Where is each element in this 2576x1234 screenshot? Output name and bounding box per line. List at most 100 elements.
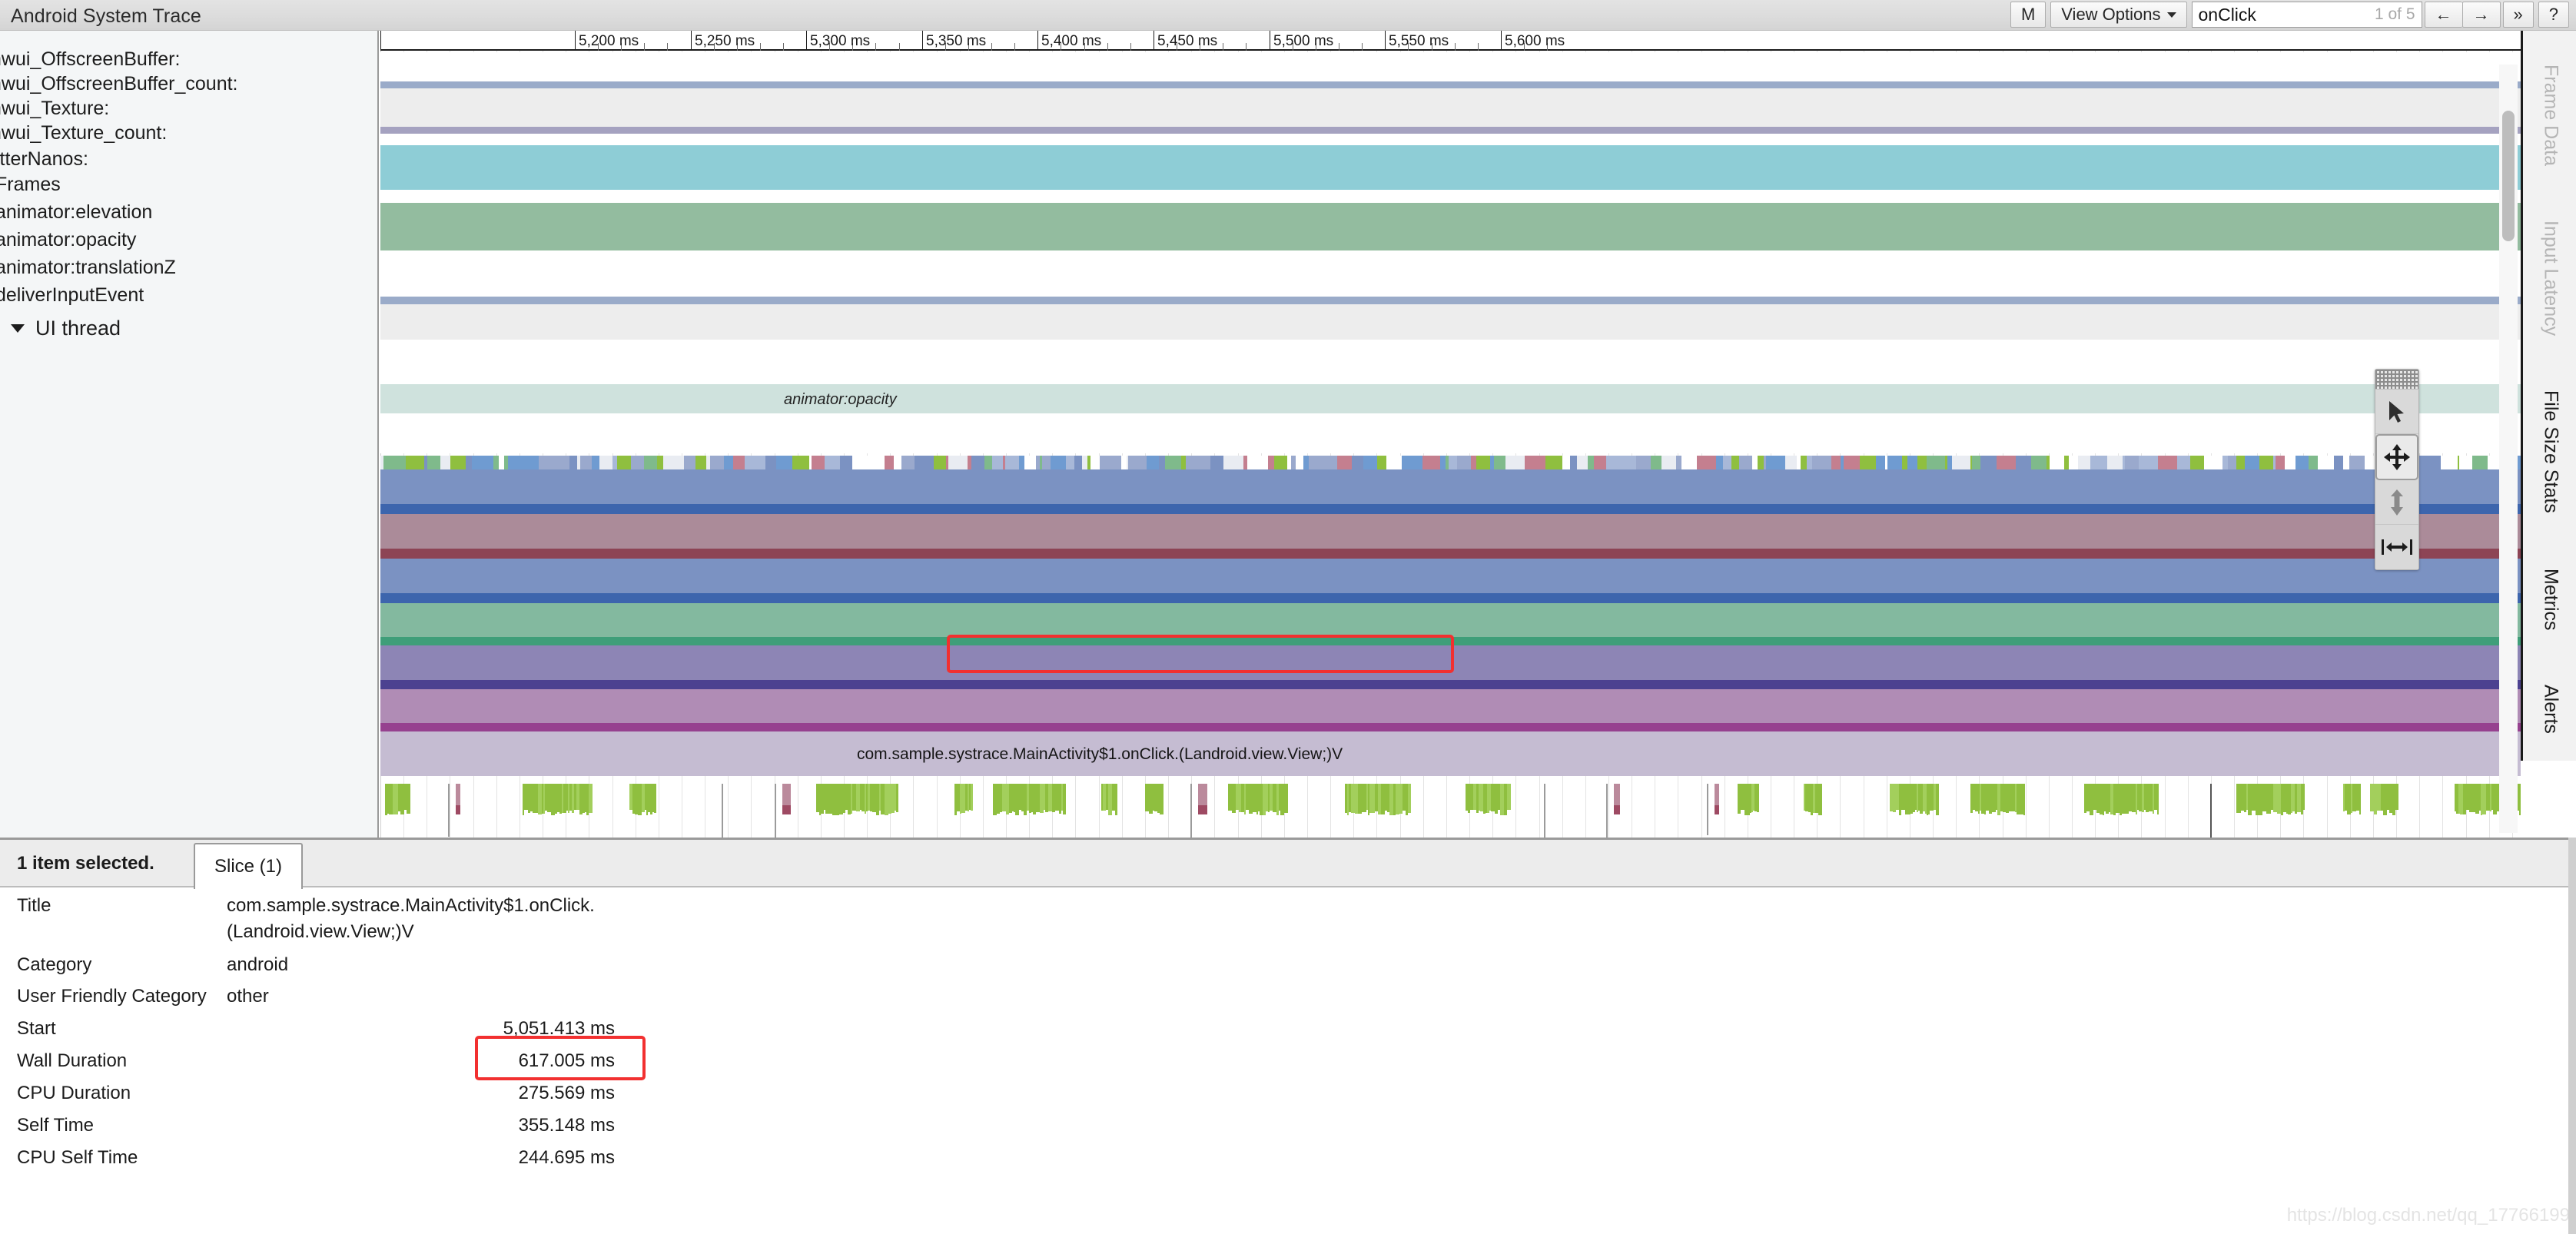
micro-slice[interactable] [406, 456, 424, 469]
micro-slice[interactable] [1494, 456, 1505, 469]
micro-slice[interactable] [2236, 456, 2245, 469]
micro-slice[interactable] [733, 456, 745, 469]
micro-slice[interactable] [971, 456, 984, 469]
more-options-button[interactable]: » [2503, 2, 2534, 28]
prev-result-button[interactable]: ← [2425, 2, 2462, 28]
ui-thread-layer-2[interactable] [380, 559, 2521, 593]
child-slice[interactable] [896, 784, 898, 812]
child-slice[interactable] [2519, 784, 2521, 815]
track-label-animator-elevation[interactable]: animator:elevation [0, 203, 152, 222]
micro-slice[interactable] [1440, 456, 1446, 469]
micro-slice[interactable] [1449, 456, 1457, 469]
micro-slice[interactable] [724, 456, 733, 469]
track-label-jitternanos[interactable]: itterNanos: [0, 150, 88, 169]
ui-thread-layer-0[interactable] [380, 469, 2521, 504]
micro-slice[interactable] [644, 456, 657, 469]
child-slice[interactable] [1408, 784, 1411, 813]
rail-tab-metrics[interactable]: Metrics [2523, 542, 2576, 657]
micro-slice[interactable] [1082, 456, 1087, 469]
micro-slice[interactable] [555, 456, 569, 469]
micro-slice[interactable] [1147, 456, 1159, 469]
micro-slice[interactable] [1844, 456, 1860, 469]
micro-slice[interactable] [2016, 456, 2031, 469]
micro-slice[interactable] [1402, 456, 1422, 469]
micro-slice[interactable] [894, 456, 901, 469]
micro-slice[interactable] [1860, 456, 1876, 469]
micro-slice[interactable] [1128, 456, 1147, 469]
micro-slice[interactable] [2190, 456, 2204, 469]
micro-slice[interactable] [934, 456, 946, 469]
micro-slice[interactable] [499, 456, 504, 469]
micro-slice[interactable] [2228, 456, 2236, 469]
micro-slice[interactable] [1980, 456, 1997, 469]
track-label-hwui-texture-count[interactable]: hwui_Texture_count: [0, 124, 167, 143]
child-slice[interactable] [589, 784, 593, 813]
micro-slice[interactable] [1681, 456, 1697, 469]
micro-slice[interactable] [450, 456, 466, 469]
pan-four-way-button[interactable] [2375, 434, 2418, 480]
micro-slice[interactable] [1731, 456, 1739, 469]
track-animator-elevation[interactable] [380, 369, 2521, 384]
micro-slice[interactable] [2421, 456, 2441, 469]
micro-slice[interactable] [2343, 456, 2349, 469]
micro-slice[interactable] [1525, 456, 1545, 469]
child-slice[interactable] [1115, 784, 1117, 815]
track-label-column[interactable]: hwui_OffscreenBuffer: hwui_OffscreenBuff… [0, 31, 379, 838]
micro-slice[interactable] [1545, 456, 1562, 469]
micro-slice[interactable] [852, 456, 868, 469]
track-animator-translationz[interactable] [380, 413, 2521, 453]
micro-slice[interactable] [812, 456, 825, 469]
micro-slice[interactable] [657, 456, 663, 469]
track-jitternanos[interactable] [380, 304, 2521, 340]
micro-slice[interactable] [2107, 456, 2123, 469]
micro-slice[interactable] [1121, 456, 1127, 469]
tab-slice[interactable]: Slice (1) [194, 843, 303, 889]
child-slice[interactable] [2157, 784, 2159, 814]
ui-thread-layer-5[interactable] [380, 689, 2521, 723]
micro-slice[interactable] [2488, 456, 2495, 469]
micro-slice[interactable] [1260, 456, 1268, 469]
rail-tab-alerts[interactable]: Alerts [2523, 661, 2576, 757]
timeline-canvas[interactable]: 5,200 ms 5,250 ms 5,300 ms 5,350 ms 5,40… [380, 31, 2521, 838]
micro-slice[interactable] [1019, 456, 1024, 469]
micro-slice[interactable] [1422, 456, 1440, 469]
micro-slice[interactable] [2309, 456, 2318, 469]
micro-slice[interactable] [1723, 456, 1731, 469]
micro-slice[interactable] [1952, 456, 1970, 469]
micro-slice[interactable] [599, 456, 612, 469]
micro-slice[interactable] [1902, 456, 1907, 469]
ui-thread-layer-1[interactable] [380, 514, 2521, 549]
micro-slice[interactable] [684, 456, 695, 469]
micro-slice[interactable] [1247, 456, 1260, 469]
micro-slice[interactable] [915, 456, 934, 469]
micro-slice[interactable] [2139, 456, 2158, 469]
micro-slice[interactable] [1090, 456, 1100, 469]
micro-slice[interactable] [1907, 456, 1917, 469]
child-slice[interactable] [1063, 784, 1066, 814]
track-hwui-offscreenbuffer[interactable] [380, 52, 2521, 81]
track-label-animator-opacity[interactable]: animator:opacity [0, 231, 136, 250]
micro-slice[interactable] [1785, 456, 1797, 469]
micro-slice[interactable] [1505, 456, 1525, 469]
child-slice[interactable] [2023, 784, 2025, 815]
micro-slice[interactable] [2069, 456, 2078, 469]
micro-slice[interactable] [1588, 456, 1594, 469]
navigation-widget[interactable] [2375, 369, 2419, 570]
track-label-hwui-offscreenbuffer-count[interactable]: hwui_OffscreenBuffer_count: [0, 75, 238, 94]
micro-slice[interactable] [1927, 456, 1945, 469]
micro-slice[interactable] [1337, 456, 1352, 469]
micro-slice[interactable] [2318, 456, 2334, 469]
micro-slice[interactable] [1577, 456, 1588, 469]
micro-slice[interactable] [2158, 456, 2177, 469]
micro-slice[interactable] [427, 456, 440, 469]
micro-slice[interactable] [1363, 456, 1377, 469]
micro-slice[interactable] [2245, 456, 2259, 469]
micro-slice[interactable] [1766, 456, 1785, 469]
micro-slice[interactable] [1697, 456, 1716, 469]
micro-slice[interactable] [569, 456, 577, 469]
micro-slice[interactable] [2031, 456, 2047, 469]
micro-slice[interactable] [1997, 456, 2016, 469]
micro-slice[interactable] [1352, 456, 1363, 469]
child-slice[interactable] [1936, 784, 1939, 815]
micro-slice[interactable] [1377, 456, 1386, 469]
